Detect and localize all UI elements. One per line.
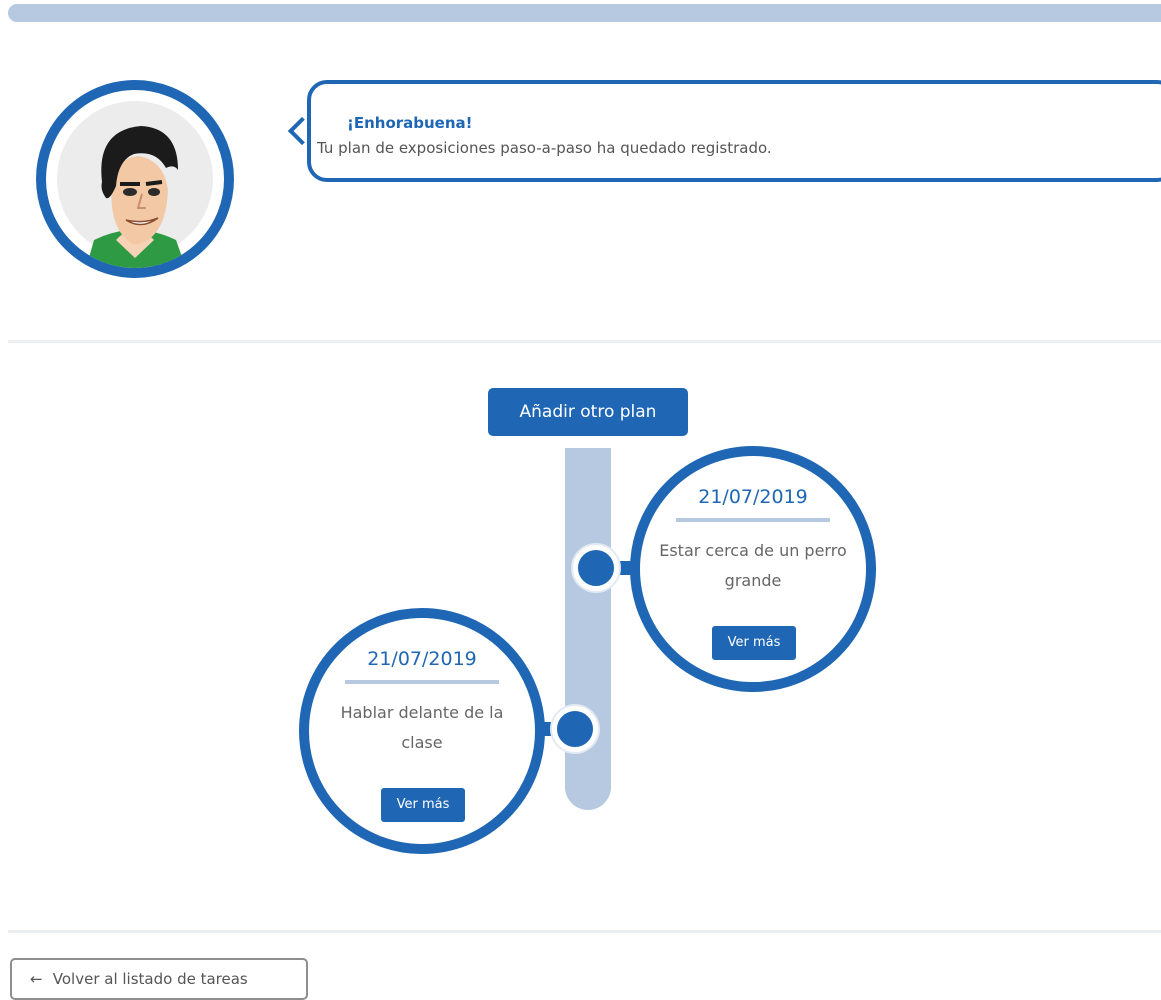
back-button-label: Volver al listado de tareas <box>52 970 248 988</box>
add-plan-button[interactable]: Añadir otro plan <box>488 388 688 436</box>
avatar <box>36 80 234 278</box>
plan-date: 21/07/2019 <box>698 486 808 508</box>
plan-date: 21/07/2019 <box>367 648 477 670</box>
arrow-left-icon: ← <box>30 970 43 988</box>
divider-bottom <box>8 930 1161 933</box>
speech-bubble: ¡Enhorabuena! Tu plan de exposiciones pa… <box>307 80 1161 182</box>
character-illustration <box>57 101 213 268</box>
plan-divider <box>345 680 499 684</box>
message-title: ¡Enhorabuena! <box>347 114 473 132</box>
plan-description: Hablar delante de la clase <box>340 703 504 752</box>
plan-card-1: 21/07/2019 Estar cerca de un perro grand… <box>630 446 876 692</box>
plan-divider <box>676 518 830 522</box>
see-more-button[interactable]: Ver más <box>381 788 465 822</box>
see-more-button[interactable]: Ver más <box>712 626 796 660</box>
back-to-tasks-button[interactable]: ← Volver al listado de tareas <box>10 958 308 1000</box>
plan-card-2: 21/07/2019 Hablar delante de la clase Ve… <box>299 608 545 854</box>
timeline-node-2 <box>552 706 598 752</box>
plan-description: Estar cerca de un perro grande <box>659 541 847 590</box>
top-progress-bar <box>8 4 1161 22</box>
timeline-node-1 <box>573 545 619 591</box>
timeline-track <box>565 448 611 810</box>
divider-top <box>8 340 1161 343</box>
message-text: Tu plan de exposiciones paso-a-paso ha q… <box>317 139 772 157</box>
